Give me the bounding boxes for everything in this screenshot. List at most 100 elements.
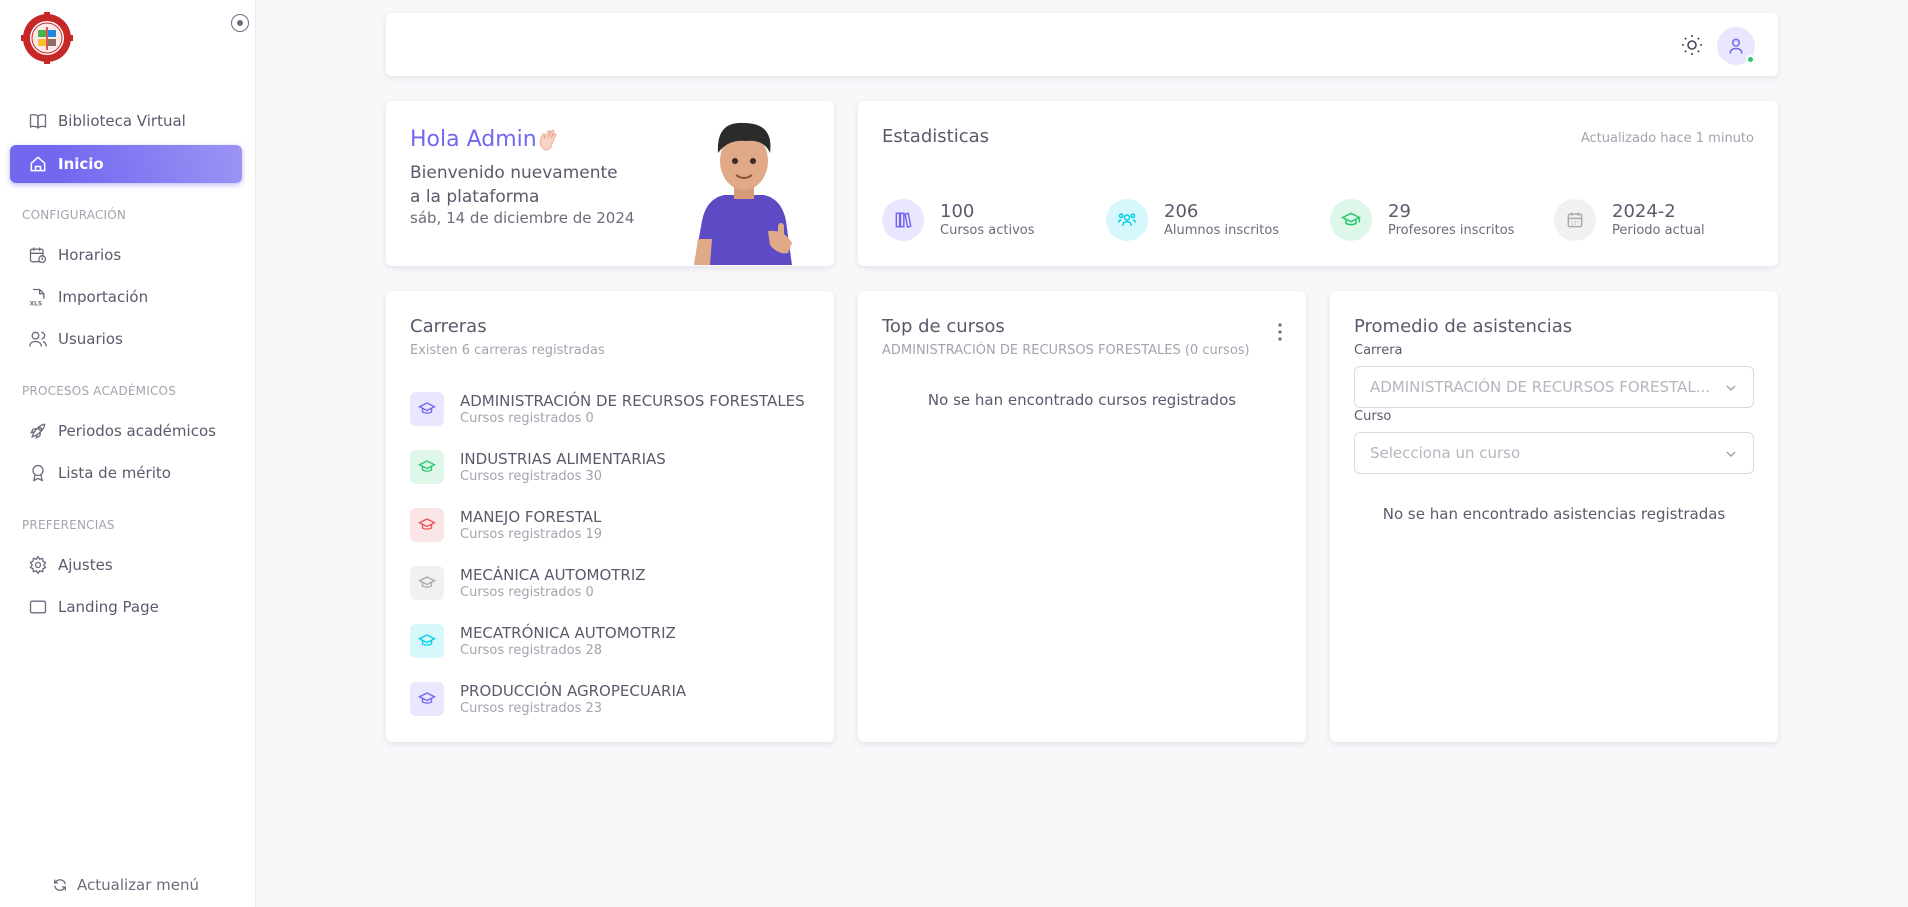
career-item: MANEJO FORESTAL Cursos registrados 19 (410, 507, 602, 543)
more-options-icon[interactable] (1278, 323, 1282, 341)
stats-updated-text: Actualizado hace 1 minuto (1580, 131, 1754, 146)
stat-value: 2024-2 (1612, 201, 1676, 222)
chevron-down-icon (1726, 385, 1736, 392)
attendance-card: Promedio de asistencias Carrera ADMINIST… (1330, 291, 1778, 742)
sidebar-item-label: Importación (58, 288, 149, 306)
nav-section-procesos: PROCESOS ACADÉMICOS (22, 384, 177, 398)
graduation-cap-icon (410, 392, 444, 426)
sidebar-item-label: Biblioteca Virtual (58, 112, 186, 130)
course-select-placeholder: Selecciona un curso (1370, 444, 1521, 462)
sidebar-item-label: Periodos académicos (58, 422, 216, 440)
stats-title: Estadisticas (882, 126, 990, 147)
sidebar-item-ajustes[interactable]: Ajustes (10, 546, 242, 584)
sidebar-item-inicio[interactable]: Inicio (10, 145, 242, 183)
graduation-cap-icon (410, 450, 444, 484)
career-select-label: Carrera (1354, 343, 1403, 358)
stat-label: Periodo actual (1612, 223, 1705, 238)
attendance-title: Promedio de asistencias (1354, 316, 1573, 337)
stat-cursos-activos: 100 Cursos activos (882, 199, 1035, 241)
sidebar-item-label: Usuarios (58, 330, 123, 348)
online-status-dot (1746, 55, 1755, 64)
career-count: Cursos registrados 30 (460, 469, 603, 484)
career-count: Cursos registrados 0 (460, 585, 594, 600)
career-name: ADMINISTRACIÓN DE RECURSOS FORESTALES (460, 392, 805, 410)
browser-icon (29, 600, 47, 614)
stat-periodo-actual: 2024-2 Periodo actual (1554, 199, 1705, 241)
user-icon (1729, 38, 1743, 54)
nav-section-configuracion: CONFIGURACIÓN (22, 208, 127, 222)
career-select[interactable]: ADMINISTRACIÓN DE RECURSOS FORESTAL... (1354, 366, 1754, 408)
stat-value: 100 (940, 201, 975, 222)
graduation-cap-icon (1330, 199, 1372, 241)
stat-value: 206 (1164, 201, 1199, 222)
sun-icon[interactable] (1680, 33, 1704, 57)
course-select[interactable]: Selecciona un curso (1354, 432, 1754, 474)
refresh-menu-label: Actualizar menú (77, 876, 200, 894)
top-courses-empty-message: No se han encontrado cursos registrados (927, 391, 1237, 409)
books-icon (882, 199, 924, 241)
waving-hand-icon (539, 129, 557, 151)
top-navbar (386, 13, 1778, 76)
sidebar-item-merito[interactable]: Lista de mérito (10, 454, 242, 492)
gear-icon (29, 555, 47, 575)
career-item: INDUSTRIAS ALIMENTARIAS Cursos registrad… (410, 449, 666, 485)
collapse-sidebar-button[interactable] (231, 14, 249, 32)
stat-value: 29 (1388, 201, 1411, 222)
user-avatar[interactable] (1717, 27, 1755, 65)
graduation-cap-icon (410, 682, 444, 716)
stat-alumnos-inscritos: 206 Alumnos inscritos (1106, 199, 1279, 241)
stat-profesores-inscritos: 29 Profesores inscritos (1330, 199, 1514, 241)
users-icon (1106, 199, 1148, 241)
career-count: Cursos registrados 28 (460, 643, 603, 658)
career-item: MECATRÓNICA AUTOMOTRIZ Cursos registrado… (410, 623, 676, 659)
book-icon (29, 113, 47, 129)
sidebar-item-label: Lista de mérito (58, 464, 171, 482)
chevron-down-icon (1726, 451, 1736, 458)
svg-text:XLS: XLS (30, 301, 42, 307)
sidebar-item-biblioteca[interactable]: Biblioteca Virtual (10, 102, 242, 140)
careers-title: Carreras (410, 316, 487, 337)
careers-subtitle: Existen 6 carreras registradas (410, 343, 605, 358)
sidebar: Biblioteca Virtual Inicio CONFIGURACIÓN … (0, 0, 256, 907)
sidebar-item-usuarios[interactable]: Usuarios (10, 320, 242, 358)
users-icon (29, 331, 47, 347)
graduation-cap-icon (410, 508, 444, 542)
career-name: MECÁNICA AUTOMOTRIZ (460, 566, 646, 584)
calendar-icon (1554, 199, 1596, 241)
sidebar-item-landing[interactable]: Landing Page (10, 588, 242, 626)
top-courses-card: Top de cursos ADMINISTRACIÓN DE RECURSOS… (858, 291, 1306, 742)
award-icon (32, 464, 44, 482)
course-select-label: Curso (1354, 409, 1392, 424)
top-courses-title: Top de cursos (882, 316, 1005, 337)
career-name: PRODUCCIÓN AGROPECUARIA (460, 682, 687, 700)
career-name: MECATRÓNICA AUTOMOTRIZ (460, 624, 676, 642)
career-count: Cursos registrados 23 (460, 701, 603, 716)
career-name: INDUSTRIAS ALIMENTARIAS (460, 450, 666, 468)
stat-label: Alumnos inscritos (1164, 223, 1280, 238)
welcome-title: Hola Admin (410, 127, 537, 152)
sidebar-item-label: Inicio (58, 155, 104, 173)
stat-label: Profesores inscritos (1388, 223, 1515, 238)
xls-file-icon: XLS (30, 288, 45, 307)
sidebar-item-periodos[interactable]: Periodos académicos (10, 412, 242, 450)
institution-logo[interactable] (21, 12, 73, 64)
home-icon (30, 156, 46, 172)
sidebar-item-label: Horarios (58, 246, 122, 264)
career-item: MECÁNICA AUTOMOTRIZ Cursos registrados 0 (410, 565, 646, 601)
sidebar-item-label: Landing Page (58, 598, 159, 616)
career-item: ADMINISTRACIÓN DE RECURSOS FORESTALES Cu… (410, 391, 805, 427)
refresh-icon (54, 879, 66, 891)
nav-section-preferencias: PREFERENCIAS (22, 518, 115, 532)
careers-card: Carreras Existen 6 carreras registradas … (386, 291, 834, 742)
graduation-cap-icon (410, 566, 444, 600)
welcome-card: Hola Admin Bienvenido nuevamente a la pl… (386, 101, 834, 266)
top-courses-subtitle: ADMINISTRACIÓN DE RECURSOS FORESTALES (0… (882, 343, 1250, 358)
graduation-cap-icon (410, 624, 444, 658)
sidebar-item-horarios[interactable]: Horarios (10, 236, 242, 274)
mascot-illustration (694, 122, 792, 265)
sidebar-item-importacion[interactable]: XLS Importación (10, 278, 242, 316)
welcome-subtitle: Bienvenido nuevamente a la plataforma (410, 163, 618, 207)
refresh-menu-button[interactable]: Actualizar menú (52, 876, 199, 894)
stats-card: Estadisticas Actualizado hace 1 minuto 1… (858, 101, 1778, 266)
career-count: Cursos registrados 0 (460, 411, 594, 426)
